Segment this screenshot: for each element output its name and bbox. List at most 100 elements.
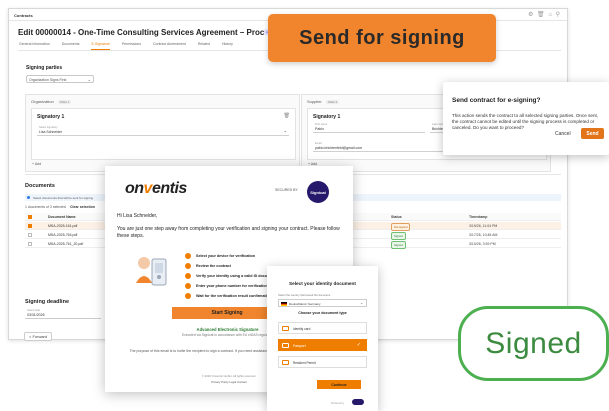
status-badge: Signed xyxy=(391,241,406,249)
start-signing-button[interactable]: Start Signing xyxy=(172,307,282,319)
step-text: Enter your phone number for verification xyxy=(196,284,268,288)
idd-title: Select your identity document xyxy=(289,281,356,286)
option-label: Identity card xyxy=(293,327,311,331)
permit-icon xyxy=(282,360,289,365)
step-text: Verify your identity using a valid ID do… xyxy=(196,274,276,278)
logo-part: entis xyxy=(151,180,187,197)
topbar-icons[interactable]: ⚙ 🗑 ⌂ ⚲ xyxy=(528,11,561,18)
flag-icon xyxy=(281,302,287,306)
trash-icon[interactable]: 🗑 xyxy=(284,113,290,119)
check-icon xyxy=(185,253,191,259)
org-signatory-title: Signatory 1 xyxy=(37,114,65,120)
option-label: Passport xyxy=(293,344,306,348)
row-checkbox[interactable] xyxy=(28,242,32,246)
field-value: Pablo xyxy=(315,127,324,131)
step-item: Wait for the verification result confirm… xyxy=(185,292,271,300)
window-title: Contracts xyxy=(14,13,33,18)
column-header: Status xyxy=(391,215,402,219)
tab-general[interactable]: General information xyxy=(19,42,50,50)
column-header: Timestamp xyxy=(469,215,488,219)
country-select[interactable]: Deutschland / Germany ⌄ xyxy=(278,299,367,307)
field-label: First name xyxy=(315,123,328,126)
secured-by-label: SECURED BY xyxy=(275,188,298,192)
passport-icon xyxy=(282,343,289,348)
doc-option-passport[interactable]: Passport ✓ xyxy=(278,339,367,351)
add-label: Add xyxy=(34,162,42,166)
sup-signatory-title: Signatory 1 xyxy=(313,114,341,120)
send-button[interactable]: Send xyxy=(581,128,604,139)
email-greeting: Hi Lisa Schneider, xyxy=(117,213,158,219)
identity-document-dialog: Select your identity document Select the… xyxy=(267,266,378,411)
row-checkbox[interactable] xyxy=(28,233,32,237)
tab-e-signature[interactable]: E-Signature xyxy=(91,42,110,50)
status-badge: Not signed xyxy=(391,223,411,231)
cancel-button[interactable]: Cancel xyxy=(555,128,571,139)
logo-part: on xyxy=(125,180,144,197)
supplier-label: Supplier xyxy=(307,99,322,104)
document-name[interactable]: MSA-2025-161.pdf xyxy=(48,224,77,228)
documents-title: Documents xyxy=(25,183,55,189)
check-icon xyxy=(185,273,191,279)
supplier-header: Supplier Order 2 xyxy=(307,99,340,104)
step-text: Select your device for verification xyxy=(196,254,256,258)
step-item: Review the contract xyxy=(185,262,231,270)
logo-part: v xyxy=(143,180,153,197)
order-chip: Order 2 xyxy=(325,100,340,104)
doc-option-identity-card[interactable]: Identity card xyxy=(278,322,367,334)
signicat-logo: Signicat xyxy=(307,181,329,203)
forward-button[interactable]: < Forward xyxy=(24,332,53,341)
document-name[interactable]: MSA-2025-764.pdf xyxy=(48,233,77,237)
deadline-date-field[interactable]: Select date 03/31/2026 xyxy=(25,309,101,319)
signing-order-value: Organization Signs First xyxy=(29,78,67,82)
country-value: Deutschland / Germany xyxy=(289,302,321,306)
timestamp: 3/17/26, 10:45 AM xyxy=(469,233,498,237)
id-card-icon xyxy=(282,326,289,331)
check-icon xyxy=(185,293,191,299)
tab-related[interactable]: Related xyxy=(198,42,210,50)
field-label: Select date xyxy=(27,309,40,312)
dialog-body: This action sends the contract to all se… xyxy=(452,113,599,130)
org-signatory-card: Signatory 1 🗑 Select signatory Lisa Schn… xyxy=(31,108,296,160)
signed-pill: Signed xyxy=(458,306,609,381)
signing-order-select[interactable]: Organization Signs First ⌄ xyxy=(26,75,94,83)
status-badge: Signed xyxy=(391,232,406,240)
banner-text: Send for signing xyxy=(299,26,465,49)
send-confirm-dialog: Send contract for e-signing? This action… xyxy=(443,82,609,155)
add-org-signatory-link[interactable]: + Add xyxy=(32,162,41,166)
choose-doc-label: Choose your document type xyxy=(298,311,347,315)
org-signatory-select[interactable]: Select signatory Lisa Schneider ⌄ xyxy=(37,125,289,136)
timestamp: 3/19/26, 11:04 PM xyxy=(469,224,498,228)
continue-button[interactable]: Continue xyxy=(317,380,361,389)
onventis-logo: onventis xyxy=(125,180,187,198)
clear-selection-link[interactable]: Clear selection xyxy=(70,205,95,209)
organization-header: Organization Order 1 xyxy=(31,99,72,104)
send-for-signing-banner: Send for signing xyxy=(268,14,496,62)
tab-history[interactable]: History xyxy=(222,42,233,50)
tab-bar: General information Documents E-Signatur… xyxy=(19,42,233,50)
documents-count: 1 documents of 3 selected xyxy=(25,205,66,209)
column-header: Document Name xyxy=(48,215,76,219)
tab-amendment[interactable]: Contract Amendment xyxy=(153,42,186,50)
select-all-checkbox[interactable] xyxy=(28,215,32,219)
verification-illustration xyxy=(136,257,167,286)
country-label: Select the country that issued the docum… xyxy=(278,294,331,297)
document-name[interactable]: MSA-2025-761_20.pdf xyxy=(48,242,83,246)
check-icon xyxy=(185,263,191,269)
order-chip: Order 1 xyxy=(57,100,72,104)
check-icon: ✓ xyxy=(356,342,361,348)
timestamp: 3/10/26, 3:39 PM xyxy=(469,242,496,246)
field-value: pablo.brichtenfeld@gmail.com xyxy=(315,146,363,150)
check-icon xyxy=(185,283,191,289)
signed-text: Signed xyxy=(485,326,582,360)
chevron-down-icon: ⌄ xyxy=(283,128,287,133)
tab-documents[interactable]: Documents xyxy=(62,42,80,50)
signicat-small-logo xyxy=(352,399,364,405)
row-checkbox[interactable] xyxy=(28,224,32,228)
doc-option-resident-permit[interactable]: Resident Permit xyxy=(278,356,367,368)
chevron-down-icon: ⌄ xyxy=(360,301,363,305)
first-name-field[interactable]: First name Pablo xyxy=(313,122,425,133)
organization-party: Organization Order 1 Signatory 1 🗑 Select… xyxy=(25,94,300,172)
tab-permissions[interactable]: Permissions xyxy=(122,42,141,50)
organization-label: Organization xyxy=(31,99,54,104)
deadline-title: Signing deadline xyxy=(25,299,70,305)
